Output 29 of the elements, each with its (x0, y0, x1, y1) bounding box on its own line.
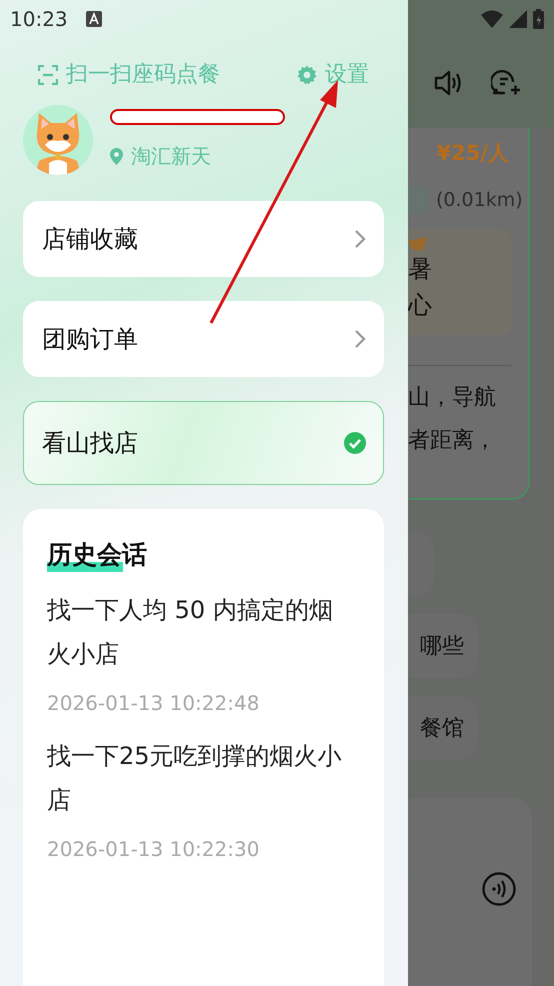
battery-icon (533, 9, 544, 29)
price-label: ¥25/人 (435, 140, 510, 167)
check-circle-icon (344, 432, 366, 454)
distance-label: (0.01km) (436, 188, 523, 212)
wifi-icon (481, 10, 503, 28)
session-time: 2026-01-13 10:22:30 (47, 836, 260, 862)
session-title[interactable]: 找一下25元吃到撑的烟火小店 (47, 734, 352, 822)
suggestion-chip[interactable]: 哪些 (408, 614, 478, 678)
chevron-right-icon (354, 329, 366, 349)
signal-icon (509, 10, 527, 28)
highlight-text: 暑 (408, 254, 433, 285)
voice-icon[interactable] (482, 872, 516, 906)
suggestion-chip[interactable]: 餐馆 (408, 696, 478, 760)
location-pin-icon (110, 148, 123, 164)
session-title[interactable]: 找一下人均 50 内搞定的烟火小店 (47, 588, 352, 676)
keyboard-icon (86, 11, 102, 27)
history-title: 历史会话 (47, 539, 147, 572)
menu-item[interactable]: 店铺收藏 (23, 201, 384, 277)
menu-item[interactable]: 团购订单 (23, 301, 384, 377)
menu-item[interactable]: 看山找店 (23, 401, 384, 485)
scan-icon (38, 64, 58, 84)
status-time: 10:23 (10, 6, 68, 33)
description-text: 山，导航 (408, 384, 497, 412)
session-time: 2026-01-13 10:22:48 (47, 690, 260, 716)
location-label: 淘汇新天 (131, 143, 211, 170)
description-text: 者距离， (408, 427, 497, 455)
settings-icon (297, 64, 317, 84)
chevron-right-icon (354, 229, 366, 249)
speaker-icon[interactable] (433, 68, 463, 98)
